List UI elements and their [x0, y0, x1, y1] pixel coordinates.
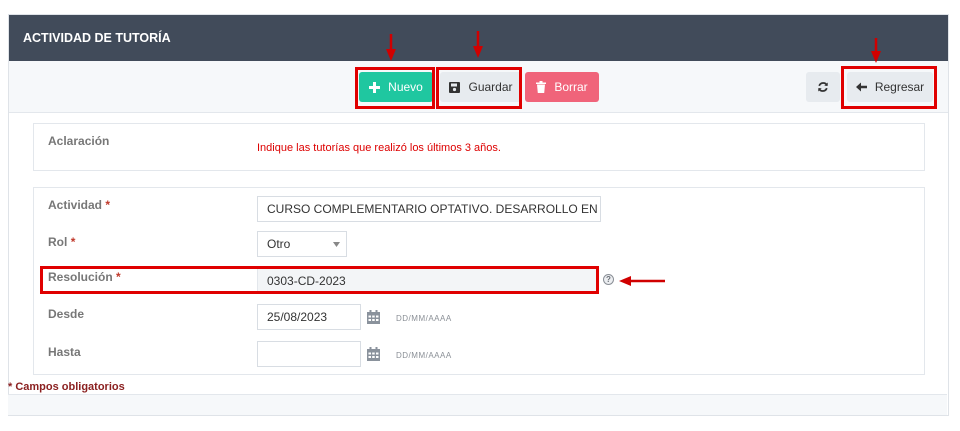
activity-form: Actividad * CURSO COMPLEMENTARIO OPTATIV… — [33, 187, 925, 375]
resolucion-field[interactable]: 0303-CD-2023 — [257, 268, 597, 294]
trash-icon — [536, 81, 547, 93]
refresh-icon — [817, 81, 829, 93]
resolucion-label-text: Resolución — [48, 270, 113, 284]
floppy-disk-icon — [449, 81, 461, 93]
hasta-label: Hasta — [48, 345, 81, 359]
actividad-field[interactable]: CURSO COMPLEMENTARIO OPTATIVO. DESARROLL… — [257, 196, 601, 222]
hasta-format-hint: DD/MM/AAAA — [396, 351, 452, 360]
activity-panel: ACTIVIDAD DE TUTORÍA Nuevo Guardar Borra… — [8, 14, 949, 416]
plus-icon — [369, 81, 381, 93]
back-button[interactable]: Regresar — [847, 72, 933, 102]
save-button-label: Guardar — [468, 80, 513, 94]
required-mark: * — [105, 198, 111, 212]
desde-date-field[interactable]: 25/08/2023 — [257, 304, 361, 330]
resolucion-label: Resolución * — [48, 270, 121, 284]
page-title: ACTIVIDAD DE TUTORÍA — [9, 15, 948, 61]
footer-bar — [8, 394, 947, 415]
save-button[interactable]: Guardar — [440, 72, 522, 102]
actividad-label: Actividad * — [48, 198, 110, 212]
clarification-label: Aclaración — [48, 134, 110, 148]
required-fields-note: * Campos obligatorios — [8, 381, 125, 393]
delete-button[interactable]: Borrar — [525, 72, 599, 102]
arrow-left-icon — [855, 82, 867, 92]
clarification-text: Indique las tutorías que realizó los últ… — [257, 142, 501, 154]
rol-select-value: Otro — [267, 237, 291, 251]
calendar-icon[interactable] — [367, 347, 381, 361]
desde-format-hint: DD/MM/AAAA — [396, 314, 452, 323]
new-button-label: Nuevo — [388, 80, 423, 94]
actividad-label-text: Actividad — [48, 198, 103, 212]
page-title-text: ACTIVIDAD DE TUTORÍA — [23, 31, 171, 45]
back-button-label: Regresar — [874, 80, 925, 94]
rol-label-text: Rol — [48, 235, 68, 249]
hasta-date-field[interactable] — [257, 341, 361, 367]
rol-select[interactable]: Otro — [257, 231, 347, 257]
delete-button-label: Borrar — [554, 80, 588, 94]
clarification-box: Aclaración Indique las tutorías que real… — [33, 123, 925, 171]
toolbar: Nuevo Guardar Borrar Regresar — [9, 61, 948, 113]
new-button[interactable]: Nuevo — [359, 72, 433, 102]
help-icon[interactable]: ? — [603, 274, 614, 285]
desde-label: Desde — [48, 307, 85, 321]
required-mark: * — [116, 270, 121, 284]
required-mark: * — [70, 235, 76, 249]
refresh-button[interactable] — [806, 72, 840, 102]
rol-label: Rol * — [48, 235, 75, 249]
caret-down-icon — [333, 241, 340, 247]
calendar-icon[interactable] — [367, 310, 381, 324]
